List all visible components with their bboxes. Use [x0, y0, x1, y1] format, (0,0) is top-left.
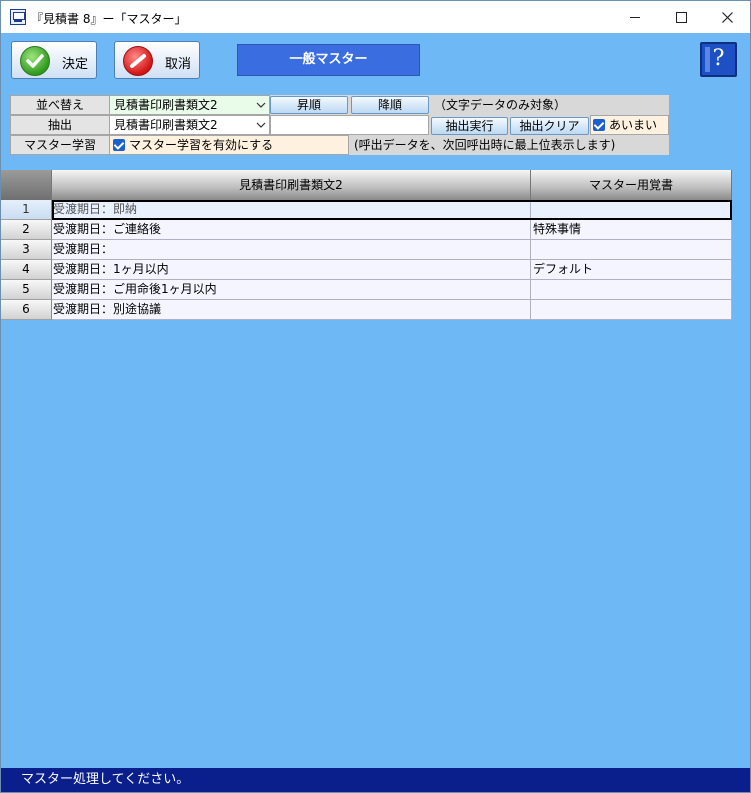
maximize-button[interactable]	[658, 1, 704, 33]
learning-label: マスター学習	[10, 135, 110, 155]
filter-label: 抽出	[10, 115, 110, 135]
row-number[interactable]: 1	[1, 200, 52, 220]
title-bar: 『見積書 8』ー「マスター」	[1, 1, 750, 33]
check-circle-icon	[20, 46, 50, 76]
learning-enable-label: マスター学習を有効にする	[129, 138, 274, 152]
master-window: 『見積書 8』ー「マスター」 決定 取消 一般マスター ? 並べ替え 見積書印刷…	[0, 0, 751, 793]
chevron-down-icon[interactable]	[254, 117, 268, 133]
chevron-down-icon[interactable]	[254, 97, 268, 113]
row-text-cell[interactable]: 受渡期日：別途協議	[52, 300, 531, 320]
row-text-cell[interactable]: 受渡期日：1ヶ月以内	[52, 260, 531, 280]
row-text-cell[interactable]: 受渡期日：ご用命後1ヶ月以内	[52, 280, 531, 300]
no-entry-icon	[123, 46, 153, 76]
status-bar: マスター処理してください。	[1, 768, 750, 792]
row-text-cell[interactable]: 受渡期日：	[52, 240, 531, 260]
help-button[interactable]: ?	[700, 42, 737, 77]
sort-note: （文字データのみ対象）	[429, 95, 669, 115]
row-text-cell[interactable]: 受渡期日：即納	[52, 200, 531, 220]
filter-field-value: 見積書印刷書類文2	[114, 118, 218, 132]
table-row[interactable]: 2 受渡期日：ご連絡後 特殊事情	[1, 220, 732, 240]
filter-value-input[interactable]	[270, 115, 429, 135]
app-icon	[10, 9, 26, 25]
learning-note: (呼出データを、次回呼出時に最上位表示します)	[349, 135, 669, 155]
learning-enable-checkbox[interactable]: マスター学習を有効にする	[109, 135, 349, 155]
checkbox-checked-icon[interactable]	[593, 119, 605, 131]
sort-field-value: 見積書印刷書類文2	[114, 98, 218, 112]
row-number[interactable]: 2	[1, 220, 52, 240]
table-row[interactable]: 4 受渡期日：1ヶ月以内 デフォルト	[1, 260, 732, 280]
sort-field-select[interactable]: 見積書印刷書類文2	[109, 95, 270, 115]
row-text-cell[interactable]: 受渡期日：ご連絡後	[52, 220, 531, 240]
cancel-label: 取消	[165, 57, 192, 72]
filter-field-select[interactable]: 見積書印刷書類文2	[109, 115, 270, 135]
minimize-button[interactable]	[612, 1, 658, 33]
row-memo-cell[interactable]	[531, 280, 732, 300]
close-icon	[721, 11, 733, 23]
column-header-memo[interactable]: マスター用覚書	[531, 170, 732, 200]
close-button[interactable]	[704, 1, 750, 33]
checkbox-checked-icon[interactable]	[113, 139, 125, 151]
row-number[interactable]: 3	[1, 240, 52, 260]
mode-title: 一般マスター	[237, 44, 420, 76]
sort-label: 並べ替え	[10, 95, 110, 115]
row-number[interactable]: 5	[1, 280, 52, 300]
window-title: 『見積書 8』ー「マスター」	[31, 12, 187, 26]
table-row[interactable]: 6 受渡期日：別途協議	[1, 300, 732, 320]
control-panel: 並べ替え 見積書印刷書類文2 昇順 降順 （文字データのみ対象） 抽出 見積書印…	[10, 95, 669, 155]
row-memo-cell[interactable]: デフォルト	[531, 260, 732, 280]
row-memo-cell[interactable]	[531, 300, 732, 320]
clear-filter-button[interactable]: 抽出クリア	[510, 117, 589, 135]
row-number[interactable]: 6	[1, 300, 52, 320]
row-number[interactable]: 4	[1, 260, 52, 280]
ok-label: 決定	[62, 57, 89, 72]
column-header-text[interactable]: 見積書印刷書類文2	[52, 170, 531, 200]
ok-button[interactable]: 決定	[11, 41, 97, 79]
table-row[interactable]: 3 受渡期日：	[1, 240, 732, 260]
ascending-button[interactable]: 昇順	[270, 96, 348, 114]
fuzzy-label: あいまい	[609, 118, 658, 132]
run-filter-button[interactable]: 抽出実行	[431, 117, 508, 135]
fuzzy-checkbox[interactable]: あいまい	[590, 115, 669, 135]
table-row[interactable]: 5 受渡期日：ご用命後1ヶ月以内	[1, 280, 732, 300]
row-memo-cell[interactable]	[531, 200, 732, 220]
grid-corner[interactable]	[1, 170, 52, 200]
table-row[interactable]: 1 受渡期日：即納	[1, 200, 732, 220]
help-book-icon: ?	[712, 46, 725, 71]
row-memo-cell[interactable]	[531, 240, 732, 260]
cancel-button[interactable]: 取消	[114, 41, 200, 79]
descending-button[interactable]: 降順	[351, 96, 429, 114]
row-memo-cell[interactable]: 特殊事情	[531, 220, 732, 240]
